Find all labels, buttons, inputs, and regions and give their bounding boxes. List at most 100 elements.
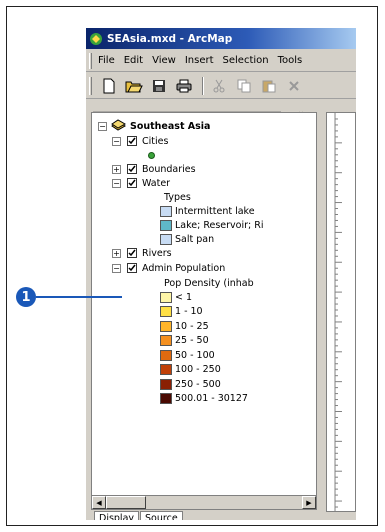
field-label: Types <box>164 191 191 203</box>
layer-boundaries[interactable]: + Boundaries <box>112 162 196 176</box>
class-label: 250 - 500 <box>175 378 221 390</box>
layer-label: Rivers <box>142 247 172 259</box>
legend-class: Intermittent lake <box>160 204 255 218</box>
callout-marker: 1 <box>16 287 36 307</box>
color-swatch[interactable] <box>160 291 172 303</box>
color-swatch[interactable] <box>160 205 172 217</box>
layer-rivers[interactable]: + Rivers <box>112 246 172 260</box>
menu-tools[interactable]: Tools <box>278 55 303 66</box>
print-icon[interactable] <box>173 76 195 96</box>
tab-source[interactable]: Source <box>140 511 183 520</box>
toc-dock-header: ◂▸ ✕ <box>91 103 317 119</box>
menu-grip[interactable] <box>89 53 92 69</box>
layer-cities[interactable]: − Cities <box>112 134 168 148</box>
class-label: 100 - 250 <box>175 364 221 375</box>
class-label: Lake; Reservoir; Ri <box>175 219 264 231</box>
color-swatch[interactable] <box>160 320 172 332</box>
copy-icon[interactable] <box>233 76 255 96</box>
arcmap-icon <box>89 32 103 46</box>
callout-number: 1 <box>21 289 31 305</box>
standard-toolbar <box>86 73 356 99</box>
scroll-thumb[interactable] <box>106 496 146 509</box>
new-icon[interactable] <box>98 76 120 96</box>
layer-label: Admin Population <box>142 262 226 274</box>
tab-display[interactable]: Display <box>94 511 140 520</box>
layer-label: Cities <box>142 135 169 147</box>
arcmap-window: SEAsia.mxd - ArcMap File Edit View Inser… <box>86 28 356 520</box>
legend-class: 100 - 250 <box>160 363 221 377</box>
open-icon[interactable] <box>123 76 145 96</box>
horizontal-scrollbar[interactable]: ◀ ▶ <box>92 495 316 509</box>
legend-class: 10 - 25 <box>160 319 209 333</box>
legend-class: Lake; Reservoir; Ri <box>160 218 264 232</box>
expand-icon[interactable]: + <box>112 164 121 174</box>
dataframe-row[interactable]: − Southeast Asia <box>98 118 211 134</box>
layer-label: Water <box>142 177 171 189</box>
collapse-icon[interactable]: − <box>112 136 121 146</box>
menu-insert[interactable]: Insert <box>185 55 214 66</box>
expand-icon[interactable]: + <box>112 248 121 258</box>
menu-edit[interactable]: Edit <box>124 55 143 66</box>
color-swatch[interactable] <box>160 233 172 245</box>
window-title: SEAsia.mxd - ArcMap <box>107 32 233 45</box>
class-label: 25 - 50 <box>175 335 209 346</box>
layer-water[interactable]: − Water <box>112 176 170 190</box>
toolbar-grip[interactable] <box>89 77 92 95</box>
color-swatch[interactable] <box>160 306 172 317</box>
cut-icon[interactable] <box>208 76 230 96</box>
dataframe-name: Southeast Asia <box>130 120 211 132</box>
menu-bar: File Edit View Insert Selection Tools <box>86 50 356 72</box>
menu-view[interactable]: View <box>152 55 176 66</box>
title-bar: SEAsia.mxd - ArcMap <box>86 28 356 49</box>
legend-class: 500.01 - 30127 <box>160 392 248 406</box>
layers-icon <box>111 118 127 134</box>
class-label: 1 - 10 <box>175 306 203 317</box>
class-label: < 1 <box>175 291 193 303</box>
checked-checkbox[interactable] <box>127 248 137 258</box>
checked-checkbox[interactable] <box>127 164 137 174</box>
class-label: 10 - 25 <box>175 320 209 332</box>
color-swatch[interactable] <box>160 219 172 231</box>
paste-icon[interactable] <box>258 76 280 96</box>
legend-class: 50 - 100 <box>160 348 215 362</box>
vertical-ruler <box>334 113 342 511</box>
delete-icon[interactable] <box>283 76 305 96</box>
color-swatch[interactable] <box>160 335 172 346</box>
color-swatch[interactable] <box>160 378 172 390</box>
class-label: 50 - 100 <box>175 349 215 361</box>
map-view[interactable] <box>326 112 356 512</box>
checked-checkbox[interactable] <box>127 136 137 146</box>
color-swatch[interactable] <box>160 349 172 361</box>
cities-symbol <box>148 148 155 162</box>
save-icon[interactable] <box>148 76 170 96</box>
legend-class: 1 - 10 <box>160 305 203 319</box>
menu-file[interactable]: File <box>98 55 115 66</box>
scroll-left-icon[interactable]: ◀ <box>92 496 106 509</box>
collapse-icon[interactable]: − <box>112 178 121 188</box>
class-label: Salt pan <box>175 233 215 245</box>
layer-admin-population[interactable]: − Admin Population <box>112 261 225 275</box>
layer-label: Boundaries <box>142 163 196 175</box>
field-label: Pop Density (inhab <box>164 277 254 289</box>
class-label: 500.01 - 30127 <box>175 393 248 404</box>
admin-field: Pop Density (inhab <box>164 276 254 290</box>
legend-class: Salt pan <box>160 232 214 246</box>
toolbar-separator <box>202 76 204 95</box>
legend-class: 25 - 50 <box>160 334 209 348</box>
legend-class: 250 - 500 <box>160 377 221 391</box>
class-label: Intermittent lake <box>175 205 255 217</box>
water-field: Types <box>164 190 191 204</box>
legend-class: < 1 <box>160 290 192 304</box>
color-swatch[interactable] <box>160 364 172 375</box>
checked-checkbox[interactable] <box>127 178 137 188</box>
toc-tabs: Display Source <box>94 511 184 520</box>
callout-leader-line <box>36 296 122 298</box>
menu-selection[interactable]: Selection <box>223 55 269 66</box>
checked-checkbox[interactable] <box>127 263 137 273</box>
collapse-icon[interactable]: − <box>112 263 121 273</box>
collapse-icon[interactable]: − <box>98 121 107 131</box>
color-swatch[interactable] <box>160 393 172 404</box>
table-of-contents: − Southeast Asia − Cities + Boundaries − <box>91 112 317 510</box>
scroll-right-icon[interactable]: ▶ <box>302 496 316 509</box>
city-point-icon <box>148 151 155 159</box>
